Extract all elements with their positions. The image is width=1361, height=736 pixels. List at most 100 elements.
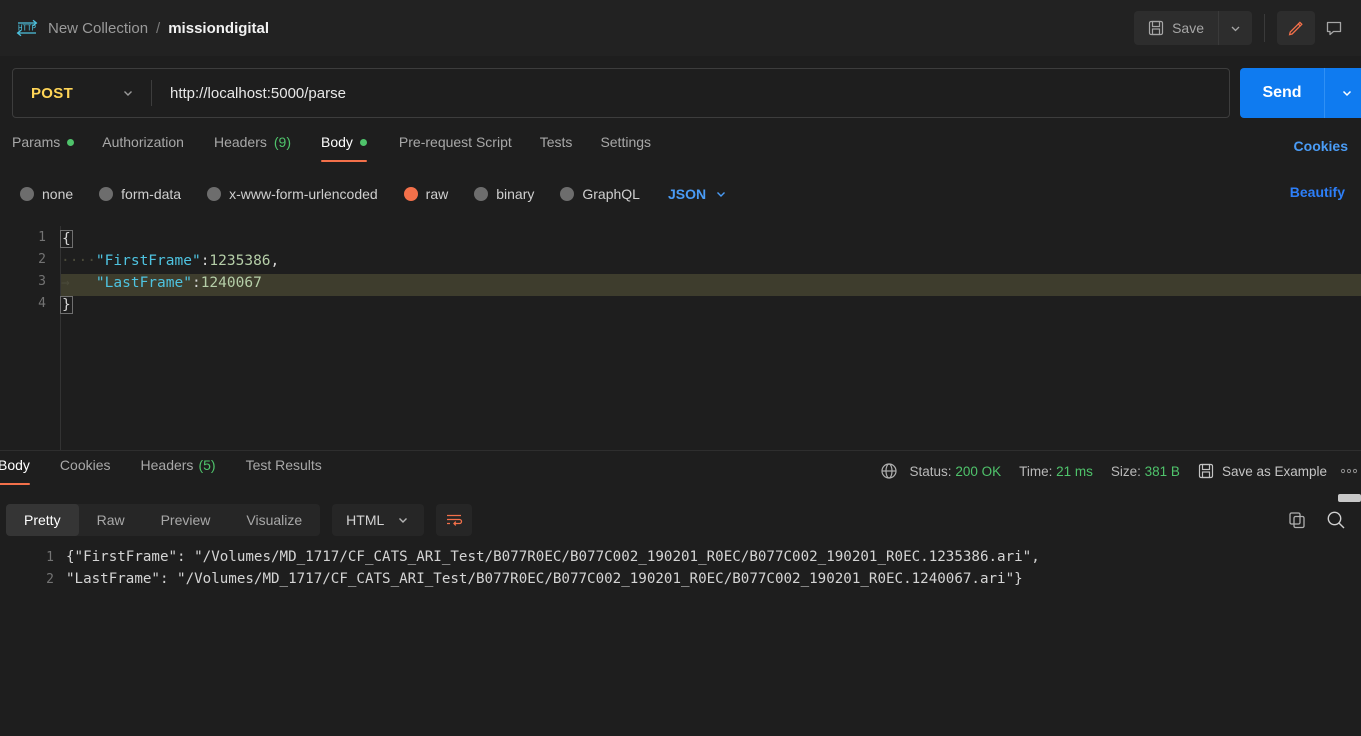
code-line-3: → "LastFrame":1240067 [61, 275, 262, 291]
response-view-preview[interactable]: Preview [143, 504, 229, 536]
chevron-down-icon [714, 187, 728, 201]
body-type-binary-label: binary [496, 186, 535, 202]
response-tab-cookies-label: Cookies [59, 457, 111, 473]
tab-headers[interactable]: Headers (9) [214, 130, 291, 162]
response-code-line-2: "LastFrame": "/Volumes/MD_1717/CF_CATS_A… [66, 571, 1023, 587]
line-number: 1 [46, 550, 54, 565]
status-badge: Status: 200 OK [910, 464, 1002, 479]
code-line-2: ···· "FirstFrame":1235386, [61, 253, 280, 269]
save-options-button[interactable] [1218, 11, 1252, 45]
toolbar-divider [1264, 14, 1265, 42]
top-bar-actions: Save [1134, 0, 1361, 56]
time-badge: Time: 21 ms [1019, 464, 1093, 479]
response-view-switch: Pretty Raw Preview Visualize [6, 504, 321, 536]
http-method-selector[interactable]: POST [13, 69, 151, 117]
breadcrumb-current-request[interactable]: missiondigital [168, 20, 269, 37]
save-button[interactable]: Save [1134, 11, 1218, 45]
svg-text:HTTP: HTTP [18, 23, 37, 32]
response-divider [0, 450, 1361, 451]
send-options-button[interactable] [1324, 68, 1361, 118]
body-type-row: none form-data x-www-form-urlencoded raw… [0, 178, 1361, 210]
body-type-none[interactable]: none [20, 186, 73, 202]
breadcrumb: New Collection / missiondigital [48, 20, 269, 37]
body-type-form-data[interactable]: form-data [99, 186, 181, 202]
response-view-pretty[interactable]: Pretty [6, 504, 79, 536]
size-label: Size: [1110, 463, 1141, 479]
tab-tests-label: Tests [539, 134, 573, 150]
edit-request-button[interactable] [1277, 11, 1315, 45]
body-type-raw[interactable]: raw [403, 186, 448, 202]
line-number: 3 [38, 274, 46, 289]
body-format-selector[interactable]: JSON [668, 186, 728, 202]
body-type-form-data-label: form-data [121, 186, 182, 202]
response-meta: Status: 200 OK Time: 21 ms Size: 381 B S… [880, 458, 1361, 484]
time-value: 21 ms [1056, 463, 1093, 479]
chevron-down-icon [396, 513, 410, 527]
radio-selected-icon [403, 187, 418, 201]
response-body-viewer[interactable]: 1 2 {"FirstFrame": "/Volumes/MD_1717/CF_… [0, 544, 1361, 736]
comments-button[interactable] [1315, 11, 1353, 45]
request-tabs: Params Authorization Headers (9) Body Pr… [0, 130, 1361, 168]
response-toolbar-actions [1287, 509, 1361, 531]
radio-icon [207, 187, 222, 201]
save-as-example-button[interactable]: Save as Example [1198, 463, 1327, 479]
bracket-match-close: } [60, 296, 73, 314]
tab-tests[interactable]: Tests [540, 130, 573, 162]
word-wrap-button[interactable] [436, 504, 473, 536]
tab-pre-request-script[interactable]: Pre-request Script [399, 130, 512, 162]
response-view-raw[interactable]: Raw [79, 504, 143, 536]
send-button[interactable]: Send [1240, 68, 1324, 118]
breadcrumb-collection[interactable]: New Collection [48, 20, 148, 37]
ellipsis-icon[interactable] [1339, 464, 1359, 478]
chevron-down-icon [1229, 22, 1242, 35]
response-view-visualize[interactable]: Visualize [228, 504, 320, 536]
tab-body[interactable]: Body [321, 130, 367, 162]
response-format-label: HTML [346, 512, 385, 528]
request-body-editor[interactable]: 1 2 3 4 { ···· "FirstFrame":1235386, → "L… [0, 226, 1361, 502]
response-tab-body[interactable]: Body [0, 455, 30, 485]
save-button-label: Save [1172, 20, 1204, 36]
line-number: 1 [38, 230, 46, 245]
radio-icon [20, 187, 34, 201]
save-group: Save [1134, 11, 1252, 45]
tab-params[interactable]: Params [12, 130, 75, 162]
response-tab-body-label: Body [0, 457, 30, 473]
comment-icon [1325, 19, 1343, 37]
line-number: 2 [38, 252, 46, 267]
body-type-urlencoded[interactable]: x-www-form-urlencoded [207, 186, 378, 202]
body-type-none-label: none [42, 186, 74, 202]
response-tab-cookies[interactable]: Cookies [60, 455, 111, 485]
response-tab-headers-count: (5) [198, 457, 216, 473]
tab-authorization[interactable]: Authorization [102, 130, 184, 162]
http-protocol-icon: HTTP [14, 17, 40, 39]
response-format-selector[interactable]: HTML [332, 504, 425, 536]
response-tab-test-results[interactable]: Test Results [246, 455, 322, 485]
active-tab-underline [0, 483, 30, 485]
size-badge: Size: 381 B [1111, 464, 1180, 479]
size-value: 381 B [1144, 463, 1180, 479]
globe-icon[interactable] [880, 462, 898, 480]
body-format-label: JSON [667, 186, 707, 202]
search-icon[interactable] [1325, 509, 1347, 531]
body-type-binary[interactable]: binary [474, 186, 534, 202]
response-tab-headers-label: Headers [140, 457, 194, 473]
send-group: Send [1240, 68, 1361, 118]
unsaved-dot-icon [359, 138, 367, 146]
cookies-link[interactable]: Cookies [1294, 138, 1348, 154]
code-line-4: } [60, 294, 73, 316]
body-type-graphql[interactable]: GraphQL [560, 186, 640, 202]
url-input[interactable]: http://localhost:5000/parse [152, 85, 1229, 102]
body-type-urlencoded-label: x-www-form-urlencoded [229, 186, 378, 202]
tab-marker: → [61, 275, 96, 291]
beautify-button[interactable]: Beautify [1290, 184, 1345, 200]
response-tab-headers[interactable]: Headers (5) [141, 455, 216, 485]
copy-icon[interactable] [1287, 510, 1307, 530]
unsaved-dot-icon [67, 138, 75, 146]
chevron-down-icon [1340, 86, 1354, 100]
whitespace-markers: ···· [61, 253, 96, 269]
tab-settings[interactable]: Settings [600, 130, 651, 162]
status-label: Status: [909, 463, 952, 479]
code-line-1: { [60, 228, 73, 250]
word-wrap-icon [445, 512, 463, 528]
tab-pre-request-script-label: Pre-request Script [398, 134, 512, 150]
